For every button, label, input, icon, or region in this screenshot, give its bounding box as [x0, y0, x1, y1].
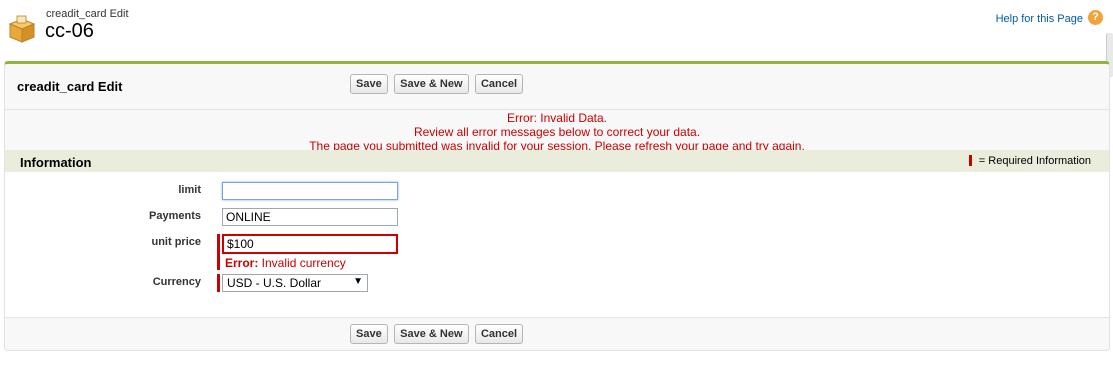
unit-price-label: unit price — [151, 236, 201, 248]
error-text: Invalid currency — [258, 256, 346, 270]
question-circle-icon[interactable]: ? — [1088, 10, 1103, 25]
form-area: limit Payments unit price Error: Invalid… — [5, 172, 1109, 318]
edit-block: creadit_card Edit Save Save & New Cancel… — [4, 61, 1110, 351]
object-type-label: creadit_card Edit — [46, 8, 129, 20]
dropdown-arrow-icon: ▼ — [353, 276, 363, 287]
save-button[interactable]: Save — [350, 74, 388, 94]
block-title: creadit_card Edit — [17, 79, 123, 94]
error-line: Error: Invalid Data. — [506, 111, 608, 125]
payments-label: Payments — [149, 210, 201, 222]
cancel-button[interactable]: Cancel — [474, 324, 524, 344]
error-prefix: Error: — [225, 256, 259, 270]
required-marker — [968, 155, 972, 166]
cancel-button[interactable]: Cancel — [474, 74, 524, 94]
currency-select[interactable]: USD - U.S. Dollar ▼ — [222, 274, 368, 292]
help-link[interactable]: Help for this Page — [996, 13, 1083, 25]
required-info-text: = Required Information — [978, 155, 1091, 167]
page-title: cc-06 — [45, 20, 94, 42]
section-title: Information — [20, 155, 92, 170]
error-line: Review all error messages below to corre… — [413, 125, 701, 139]
save-button[interactable]: Save — [350, 324, 388, 344]
currency-value: USD - U.S. Dollar — [227, 276, 322, 290]
unit-price-input[interactable] — [222, 234, 398, 254]
save-and-new-button[interactable]: Save & New — [394, 74, 469, 94]
page-header: creadit_card Edit cc-06 Help for this Pa… — [0, 0, 1113, 60]
limit-label: limit — [178, 184, 201, 196]
top-button-bar: Save Save & New Cancel — [350, 74, 525, 94]
section-header: Information = Required Information — [5, 150, 1109, 172]
required-bar — [217, 234, 220, 270]
payments-input[interactable] — [222, 208, 398, 226]
unit-price-error: Error: Invalid currency — [225, 256, 346, 270]
bottom-button-bar: Save Save & New Cancel — [350, 324, 525, 344]
save-and-new-button[interactable]: Save & New — [394, 324, 469, 344]
currency-label: Currency — [152, 276, 201, 288]
error-messages: Error: Invalid Data. Review all error me… — [5, 109, 1109, 153]
package-box-icon — [8, 15, 36, 43]
limit-input[interactable] — [222, 182, 398, 200]
required-info: = Required Information — [968, 155, 1091, 167]
required-bar — [217, 274, 220, 292]
